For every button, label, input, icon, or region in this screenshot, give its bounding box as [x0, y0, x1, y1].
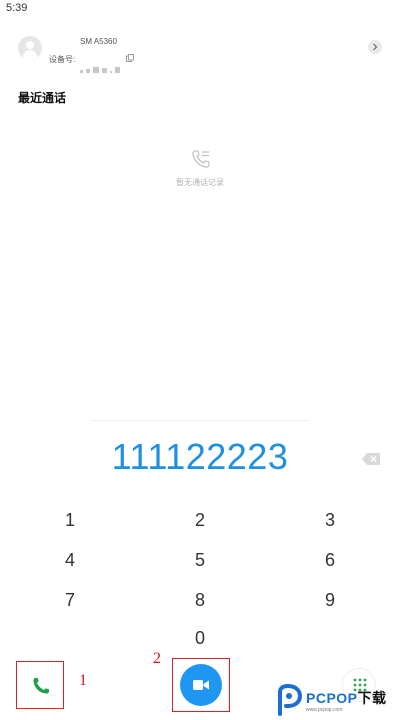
backspace-icon[interactable]	[362, 453, 380, 465]
status-time: 5:39	[6, 2, 28, 14]
chevron-right-icon	[373, 43, 378, 51]
video-camera-icon	[193, 680, 209, 690]
dial-key-8[interactable]: 8	[160, 585, 240, 615]
annotation-label-1: 1	[79, 672, 87, 689]
call-log-icon	[192, 150, 210, 168]
dial-key-2[interactable]: 2	[160, 505, 240, 535]
device-detail-button[interactable]	[368, 40, 382, 54]
device-id-masked	[80, 55, 123, 73]
copy-icon[interactable]	[126, 54, 134, 62]
recent-calls-title: 最近通话	[18, 91, 67, 105]
annotation-label-2: 2	[153, 650, 161, 667]
voice-call-highlight	[16, 661, 64, 709]
device-id-label: 设备号:	[49, 55, 76, 64]
device-model: SM A5360	[80, 37, 117, 46]
pcpop-logo-icon	[278, 684, 303, 716]
pcpop-watermark: PCPOP下载 www.pcpop.com	[274, 684, 400, 720]
dial-key-1[interactable]: 1	[30, 505, 110, 535]
device-card[interactable]: SM A5360 设备号:	[0, 30, 400, 73]
dialed-number: 111122223	[111, 436, 289, 477]
dial-key-7[interactable]: 7	[30, 585, 110, 615]
video-call-button[interactable]	[180, 664, 222, 706]
status-bar: 5:39	[0, 0, 400, 18]
dial-key-5[interactable]: 5	[160, 545, 240, 575]
phone-call-icon[interactable]	[29, 674, 53, 698]
dial-key-6[interactable]: 6	[290, 545, 370, 575]
divider	[90, 420, 310, 421]
dial-key-0[interactable]: 0	[160, 623, 240, 653]
avatar	[18, 36, 42, 60]
empty-call-log-text: 暂无通话记录	[176, 178, 224, 187]
dial-key-9[interactable]: 9	[290, 585, 370, 615]
dial-key-4[interactable]: 4	[30, 545, 110, 575]
dial-key-3[interactable]: 3	[290, 505, 370, 535]
video-call-highlight	[172, 658, 230, 712]
watermark-brand: PCPOP下载	[306, 690, 387, 706]
watermark-url: www.pcpop.com	[306, 707, 343, 713]
